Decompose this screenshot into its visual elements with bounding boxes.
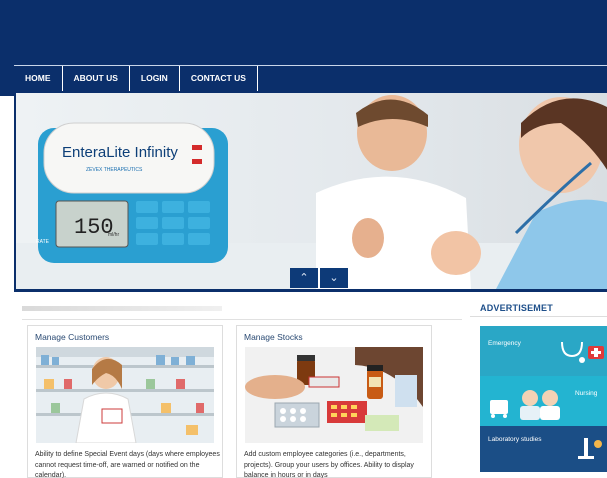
- hero-carousel: EnteraLite Infinity ZEVEX THERAPEUTICS 1…: [14, 93, 607, 289]
- main-nav: HOME ABOUT US LOGIN CONTACT US: [14, 65, 607, 91]
- hero-image: EnteraLite Infinity ZEVEX THERAPEUTICS 1…: [16, 93, 607, 289]
- stethoscope-icon: [561, 341, 585, 363]
- svg-text:RATE: RATE: [36, 239, 50, 245]
- chevron-up-icon: ⌃: [299, 272, 309, 284]
- advertisement-banner[interactable]: Emergency Nursing Laboratory studies: [480, 326, 607, 472]
- hero-bottom-rule: [14, 289, 607, 292]
- card-title[interactable]: Manage Stocks: [237, 326, 431, 346]
- chevron-down-icon: ⌄: [329, 272, 339, 284]
- card-manage-stocks[interactable]: Manage Stocks Add custom employee catego…: [236, 325, 432, 478]
- nav-home[interactable]: HOME: [14, 66, 63, 91]
- first-aid-kit-icon: [588, 346, 604, 359]
- nav-about-us[interactable]: ABOUT US: [63, 66, 130, 91]
- microscope-icon: [578, 438, 602, 459]
- advertisement-rule: [470, 316, 607, 317]
- pharmacy-image: [36, 347, 214, 443]
- card-description: Ability to define Special Event days (da…: [35, 451, 220, 478]
- pump-device-graphic: EnteraLite Infinity ZEVEX THERAPEUTICS 1…: [36, 122, 228, 263]
- medicine-image: [245, 347, 423, 443]
- carousel-prev-button[interactable]: ⌃: [290, 268, 318, 288]
- page: HOME ABOUT US LOGIN CONTACT US EnteraLit…: [0, 0, 607, 478]
- device-brand: EnteraLite Infinity: [62, 144, 178, 161]
- nav-contact-us[interactable]: CONTACT US: [180, 66, 258, 91]
- section-heading-faded: [22, 306, 222, 311]
- nav-login[interactable]: LOGIN: [130, 66, 180, 91]
- carousel-next-button[interactable]: ⌄: [320, 268, 348, 288]
- doctor-icon: [520, 390, 540, 420]
- svg-text:ZEVEX THERAPEUTICS: ZEVEX THERAPEUTICS: [86, 167, 143, 173]
- advertisement-title: ADVERTISEMET: [480, 303, 553, 313]
- ad-graphics: [490, 341, 604, 459]
- section-heading: [22, 300, 462, 320]
- svg-text:ml/hr: ml/hr: [108, 232, 119, 238]
- nurse-icon: [540, 390, 560, 420]
- card-description: Add custom employee categories (i.e., de…: [244, 451, 414, 478]
- card-title[interactable]: Manage Customers: [28, 326, 222, 346]
- medical-cart-icon: [490, 400, 508, 418]
- card-manage-customers[interactable]: Manage Customers Ability to define Speci…: [27, 325, 223, 478]
